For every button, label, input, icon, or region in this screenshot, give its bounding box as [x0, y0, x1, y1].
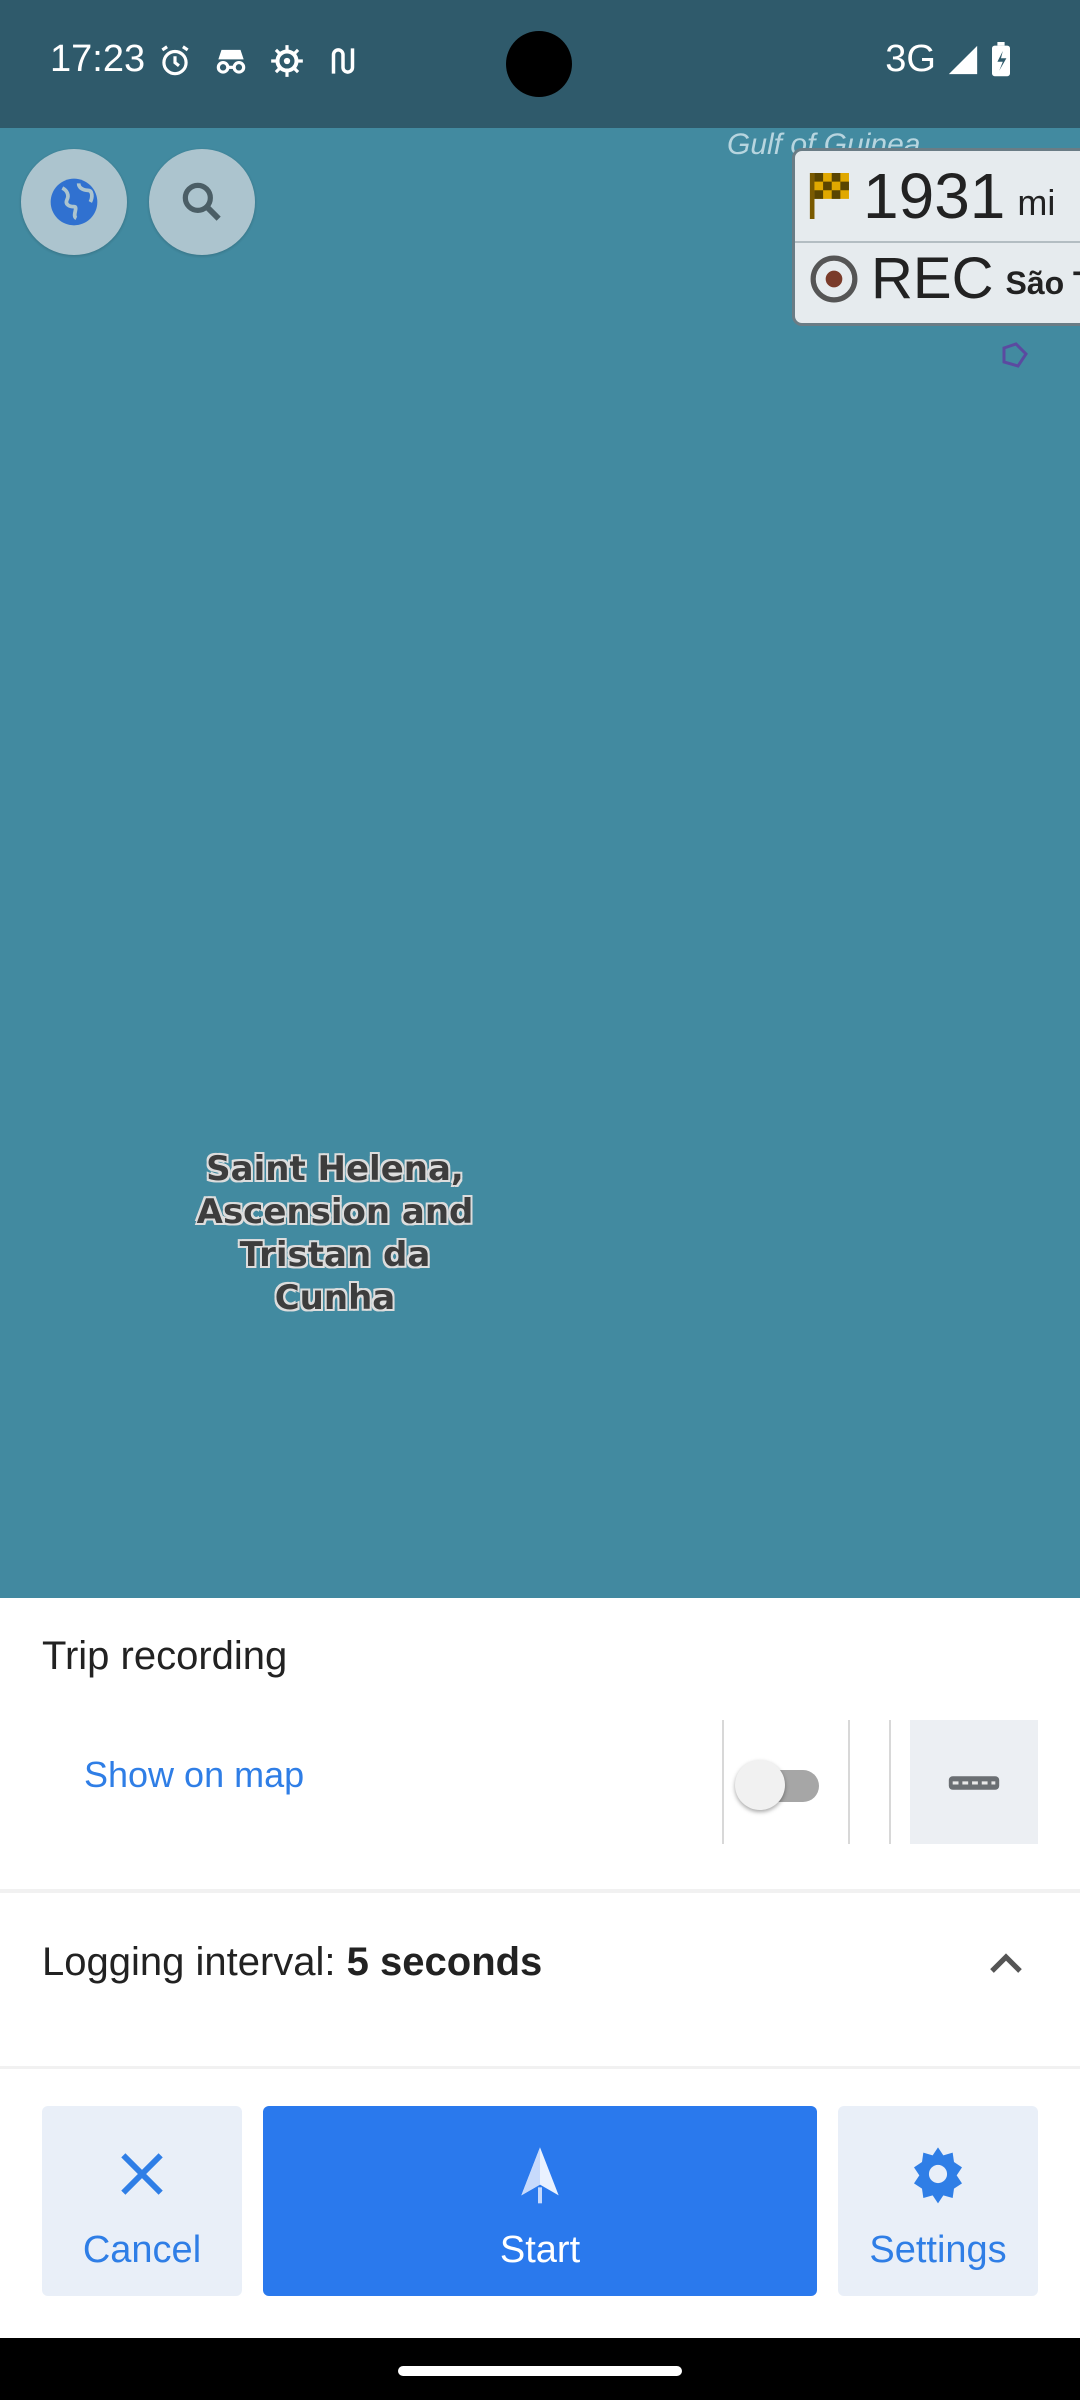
sheet-title: Trip recording — [42, 1634, 288, 1678]
status-icons — [156, 42, 362, 80]
settings-button[interactable]: Settings — [838, 2106, 1038, 2296]
system-navigation-bar — [0, 2338, 1080, 2400]
track-line-icon — [948, 1776, 1000, 1790]
battery-charging-icon — [992, 41, 1010, 76]
navigation-widget[interactable]: 1931 mi REC São T — [792, 148, 1080, 326]
cancel-label: Cancel — [82, 2229, 202, 2271]
divider — [722, 1720, 724, 1844]
gear-icon — [914, 2147, 962, 2204]
status-right: 3G — [885, 38, 1012, 81]
close-icon — [121, 2153, 163, 2195]
map-search-button[interactable] — [149, 149, 255, 255]
finish-flag-icon — [809, 173, 849, 219]
cancel-button[interactable]: Cancel — [42, 2106, 242, 2296]
logging-interval[interactable]: Logging interval: 5 seconds — [42, 1940, 542, 1985]
signal-icon — [948, 45, 978, 74]
trip-recording-sheet: Trip recording Show on map Logging inter… — [0, 1598, 1080, 2338]
rec-place: São T — [1005, 265, 1080, 301]
route-icon — [331, 48, 355, 74]
status-bar: 17:23 3G — [0, 0, 1080, 128]
camera-cutout — [506, 31, 572, 97]
rec-row: REC São T — [809, 245, 1080, 312]
globe-icon — [50, 178, 98, 226]
map-view[interactable]: Gulf of Guinea 1931 mi REC São T Saint H… — [0, 128, 1080, 1560]
divider — [889, 1720, 891, 1844]
search-icon — [182, 182, 221, 221]
record-target-icon — [810, 255, 858, 302]
network-type: 3G — [885, 38, 936, 80]
distance-row: 1931 mi — [809, 159, 1055, 233]
distance-value: 1931 — [863, 160, 1006, 232]
home-gesture-handle[interactable] — [398, 2366, 682, 2376]
start-label: Start — [499, 2229, 581, 2271]
section-divider — [0, 1889, 1080, 1893]
show-on-map-label[interactable]: Show on map — [84, 1754, 304, 1796]
settings-label: Settings — [869, 2229, 1007, 2271]
island-outline — [1002, 342, 1028, 368]
track-appearance-button[interactable] — [910, 1720, 1038, 1844]
section-divider — [0, 2066, 1080, 2069]
alarm-icon — [161, 45, 189, 76]
chevron-up-icon[interactable] — [978, 1936, 1034, 1992]
map-label-saint-helena: Saint Helena, Ascension and Tristan da C… — [196, 1149, 474, 1318]
globe-button[interactable] — [21, 149, 127, 255]
gear-icon — [271, 45, 303, 77]
logging-interval-value: 5 seconds — [346, 1940, 543, 1984]
show-on-map-row[interactable]: Show on map — [42, 1720, 1038, 1844]
distance-unit: mi — [1017, 182, 1056, 223]
start-button[interactable]: Start — [263, 2106, 817, 2296]
show-on-map-toggle[interactable] — [735, 1760, 825, 1810]
navigation-arrow-icon — [521, 2147, 559, 2204]
status-time: 17:23 — [50, 38, 146, 80]
incognito-icon — [216, 49, 246, 74]
logging-interval-prefix: Logging interval: — [42, 1940, 347, 1984]
rec-label: REC — [871, 246, 994, 311]
divider — [848, 1720, 850, 1844]
